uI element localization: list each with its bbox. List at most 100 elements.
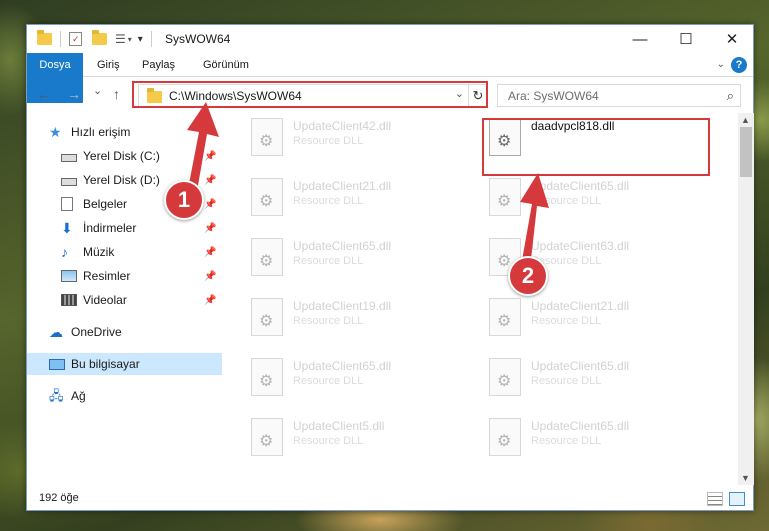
details-view-icon[interactable] bbox=[707, 492, 723, 506]
properties-icon[interactable]: ✓ bbox=[69, 32, 82, 46]
pin-icon[interactable]: 📌 bbox=[204, 199, 216, 210]
file-item[interactable]: UpdateClient21.dll Resource DLL bbox=[483, 293, 713, 343]
folder-icon bbox=[37, 30, 52, 45]
file-item[interactable]: UpdateClient65.dll Resource DLL bbox=[245, 353, 475, 403]
file-item[interactable]: UpdateClient65.dll Resource DLL bbox=[483, 353, 713, 403]
file-name: UpdateClient65.dll bbox=[531, 359, 630, 373]
up-button[interactable]: ↑ bbox=[113, 86, 120, 102]
sidebar-item-downloads[interactable]: ⬇ İndirmeler 📌 bbox=[27, 217, 222, 239]
dll-file-icon bbox=[251, 178, 283, 216]
vertical-scrollbar[interactable]: ▲ ▼ bbox=[738, 113, 754, 485]
customize-icon[interactable]: ▾ bbox=[138, 34, 143, 45]
sidebar-item-label: Yerel Disk (D:) bbox=[83, 173, 160, 187]
network-icon: 🖧 bbox=[49, 388, 64, 403]
sidebar-item-label: Ağ bbox=[71, 389, 86, 403]
file-item[interactable]: UpdateClient42.dll Resource DLL bbox=[245, 113, 475, 163]
back-button[interactable]: ← bbox=[37, 86, 51, 102]
computer-icon bbox=[49, 358, 65, 370]
file-type: Resource DLL bbox=[293, 315, 364, 327]
search-icon[interactable]: ⌕ bbox=[727, 88, 734, 104]
file-item[interactable]: UpdateClient19.dll Resource DLL bbox=[245, 293, 475, 343]
file-item[interactable]: UpdateClient65.dll Resource DLL bbox=[245, 233, 475, 283]
quick-access-toolbar: ✓ ☰ ▾ ▾ bbox=[37, 30, 152, 48]
file-item[interactable]: UpdateClient65.dll Resource DLL bbox=[483, 413, 713, 463]
close-button[interactable]: ✕ bbox=[709, 25, 755, 53]
sidebar-item-music[interactable]: ♪ Müzik 📌 bbox=[27, 241, 222, 263]
sidebar-item-onedrive[interactable]: ☁ OneDrive bbox=[27, 321, 222, 343]
scrollbar-thumb[interactable] bbox=[740, 127, 752, 177]
minimize-button[interactable]: — bbox=[617, 25, 663, 53]
sidebar-item-label: Videolar bbox=[83, 293, 127, 307]
callout-badge-1: 1 bbox=[164, 180, 204, 220]
dll-file-icon bbox=[489, 418, 521, 456]
file-name: UpdateClient65.dll bbox=[531, 419, 630, 433]
chevron-down-icon[interactable]: ▾ bbox=[128, 35, 132, 44]
tab-share[interactable]: Paylaş bbox=[132, 53, 185, 77]
download-icon: ⬇ bbox=[61, 220, 73, 236]
help-icon[interactable]: ? bbox=[731, 57, 747, 73]
pin-icon[interactable]: 📌 bbox=[204, 295, 216, 306]
large-icons-view-icon[interactable] bbox=[729, 492, 745, 506]
sidebar-item-label: Bu bilgisayar bbox=[71, 357, 140, 371]
sidebar-item-label: Belgeler bbox=[83, 197, 128, 211]
file-list: UpdateClient42.dll Resource DLL UpdateCl… bbox=[245, 113, 737, 485]
pin-icon[interactable]: 📌 bbox=[204, 175, 216, 186]
file-type: Resource DLL bbox=[293, 195, 364, 207]
dll-file-icon bbox=[251, 418, 283, 456]
address-path[interactable]: C:\Windows\SysWOW64 bbox=[169, 89, 302, 103]
address-bar[interactable]: C:\Windows\SysWOW64 ⌄ bbox=[138, 84, 469, 107]
recent-locations-button[interactable]: ⌄ bbox=[93, 84, 102, 97]
sidebar-item-videos[interactable]: Videolar 📌 bbox=[27, 289, 222, 311]
tab-home[interactable]: Giriş bbox=[87, 53, 130, 77]
tab-view[interactable]: Görünüm bbox=[193, 53, 259, 77]
file-name: UpdateClient5.dll bbox=[293, 419, 385, 433]
sidebar-item-this-pc[interactable]: Bu bilgisayar bbox=[27, 353, 222, 375]
forward-button[interactable]: → bbox=[67, 86, 81, 102]
refresh-button[interactable]: ↻ bbox=[468, 84, 488, 107]
pin-icon[interactable]: 📌 bbox=[204, 223, 216, 234]
file-type: Resource DLL bbox=[531, 435, 602, 447]
sidebar-item-pictures[interactable]: Resimler 📌 bbox=[27, 265, 222, 287]
sidebar-item-label: Hızlı erişim bbox=[71, 125, 131, 139]
status-bar: 192 öğe bbox=[27, 487, 753, 511]
file-item[interactable]: UpdateClient65.dll Resource DLL bbox=[483, 173, 713, 223]
scroll-up-icon[interactable]: ▲ bbox=[741, 115, 750, 125]
drive-icon bbox=[61, 153, 77, 162]
divider bbox=[60, 31, 61, 47]
sidebar-item-quick-access[interactable]: ★ Hızlı erişim bbox=[27, 121, 222, 143]
dll-file-icon bbox=[489, 298, 521, 336]
file-type: Resource DLL bbox=[531, 375, 602, 387]
file-item[interactable]: UpdateClient5.dll Resource DLL bbox=[245, 413, 475, 463]
dll-file-icon bbox=[489, 358, 521, 396]
file-item[interactable]: UpdateClient21.dll Resource DLL bbox=[245, 173, 475, 223]
expand-ribbon-icon[interactable]: ⌄ bbox=[717, 59, 725, 70]
chevron-down-icon[interactable]: ⌄ bbox=[455, 87, 464, 100]
divider bbox=[150, 31, 152, 47]
sidebar-item-network[interactable]: 🖧 Ağ bbox=[27, 385, 222, 407]
file-name: UpdateClient65.dll bbox=[293, 359, 392, 373]
file-type: Resource DLL bbox=[293, 375, 364, 387]
ribbon-tabs: Dosya Giriş Paylaş Görünüm ⌄ ? bbox=[27, 53, 753, 103]
star-icon: ★ bbox=[49, 124, 62, 140]
folder-icon bbox=[147, 88, 162, 103]
file-item-target[interactable]: daadvpcl818.dll bbox=[483, 113, 713, 163]
search-box[interactable]: Ara: SysWOW64 ⌕ bbox=[497, 84, 741, 107]
dll-file-icon bbox=[251, 118, 283, 156]
file-name: UpdateClient21.dll bbox=[531, 299, 630, 313]
sidebar-item-disk-c[interactable]: Yerel Disk (C:) 📌 bbox=[27, 145, 222, 167]
pin-icon[interactable]: 📌 bbox=[204, 247, 216, 258]
navigation-pane: ★ Hızlı erişim Yerel Disk (C:) 📌 Yerel D… bbox=[27, 113, 222, 483]
window-title: SysWOW64 bbox=[165, 32, 231, 46]
pin-icon[interactable]: 📌 bbox=[204, 151, 216, 162]
view-icon[interactable]: ☰ bbox=[115, 32, 126, 46]
dll-file-icon bbox=[251, 298, 283, 336]
scroll-down-icon[interactable]: ▼ bbox=[741, 473, 750, 483]
sidebar-item-label: Müzik bbox=[83, 245, 115, 259]
title-bar: ✓ ☰ ▾ ▾ SysWOW64 — ☐ ✕ bbox=[27, 25, 753, 53]
maximize-button[interactable]: ☐ bbox=[663, 25, 709, 53]
sidebar-item-label: Resimler bbox=[83, 269, 131, 283]
new-folder-icon[interactable] bbox=[92, 30, 107, 45]
pictures-icon bbox=[61, 270, 77, 282]
item-count: 192 öğe bbox=[39, 492, 79, 504]
pin-icon[interactable]: 📌 bbox=[204, 271, 216, 282]
